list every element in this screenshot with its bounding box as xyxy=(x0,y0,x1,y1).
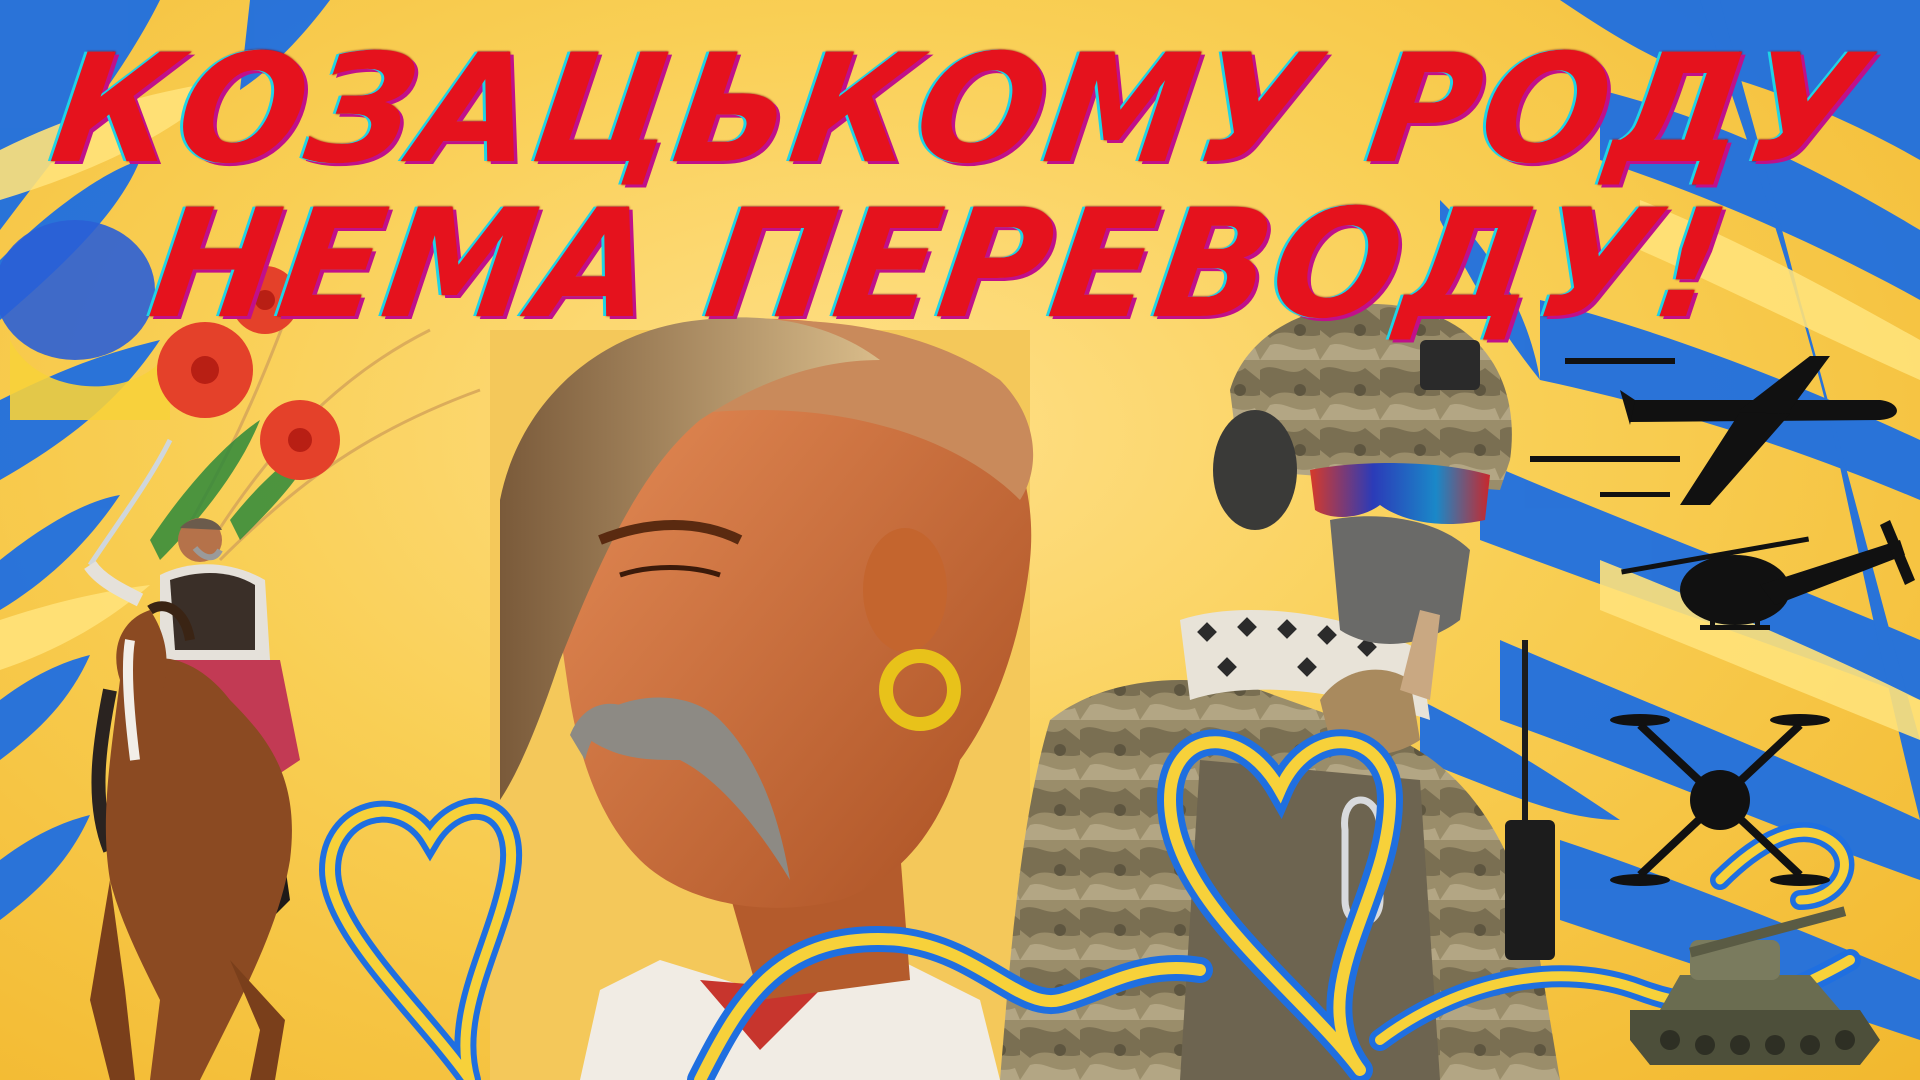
headline-line-2: НЕМА ПЕРЕВОДУ! xyxy=(141,178,1739,352)
airplane-icon xyxy=(1530,356,1897,505)
drone-icon xyxy=(1610,714,1830,886)
poster-canvas: КОЗАЦЬКОМУ РОДУ НЕМА ПЕРЕВОДУ! xyxy=(0,0,1920,1080)
headline-line-1: КОЗАЦЬКОМУ РОДУ xyxy=(42,23,1878,197)
tank-icon xyxy=(1630,906,1880,1065)
helicopter-icon xyxy=(1621,520,1915,630)
